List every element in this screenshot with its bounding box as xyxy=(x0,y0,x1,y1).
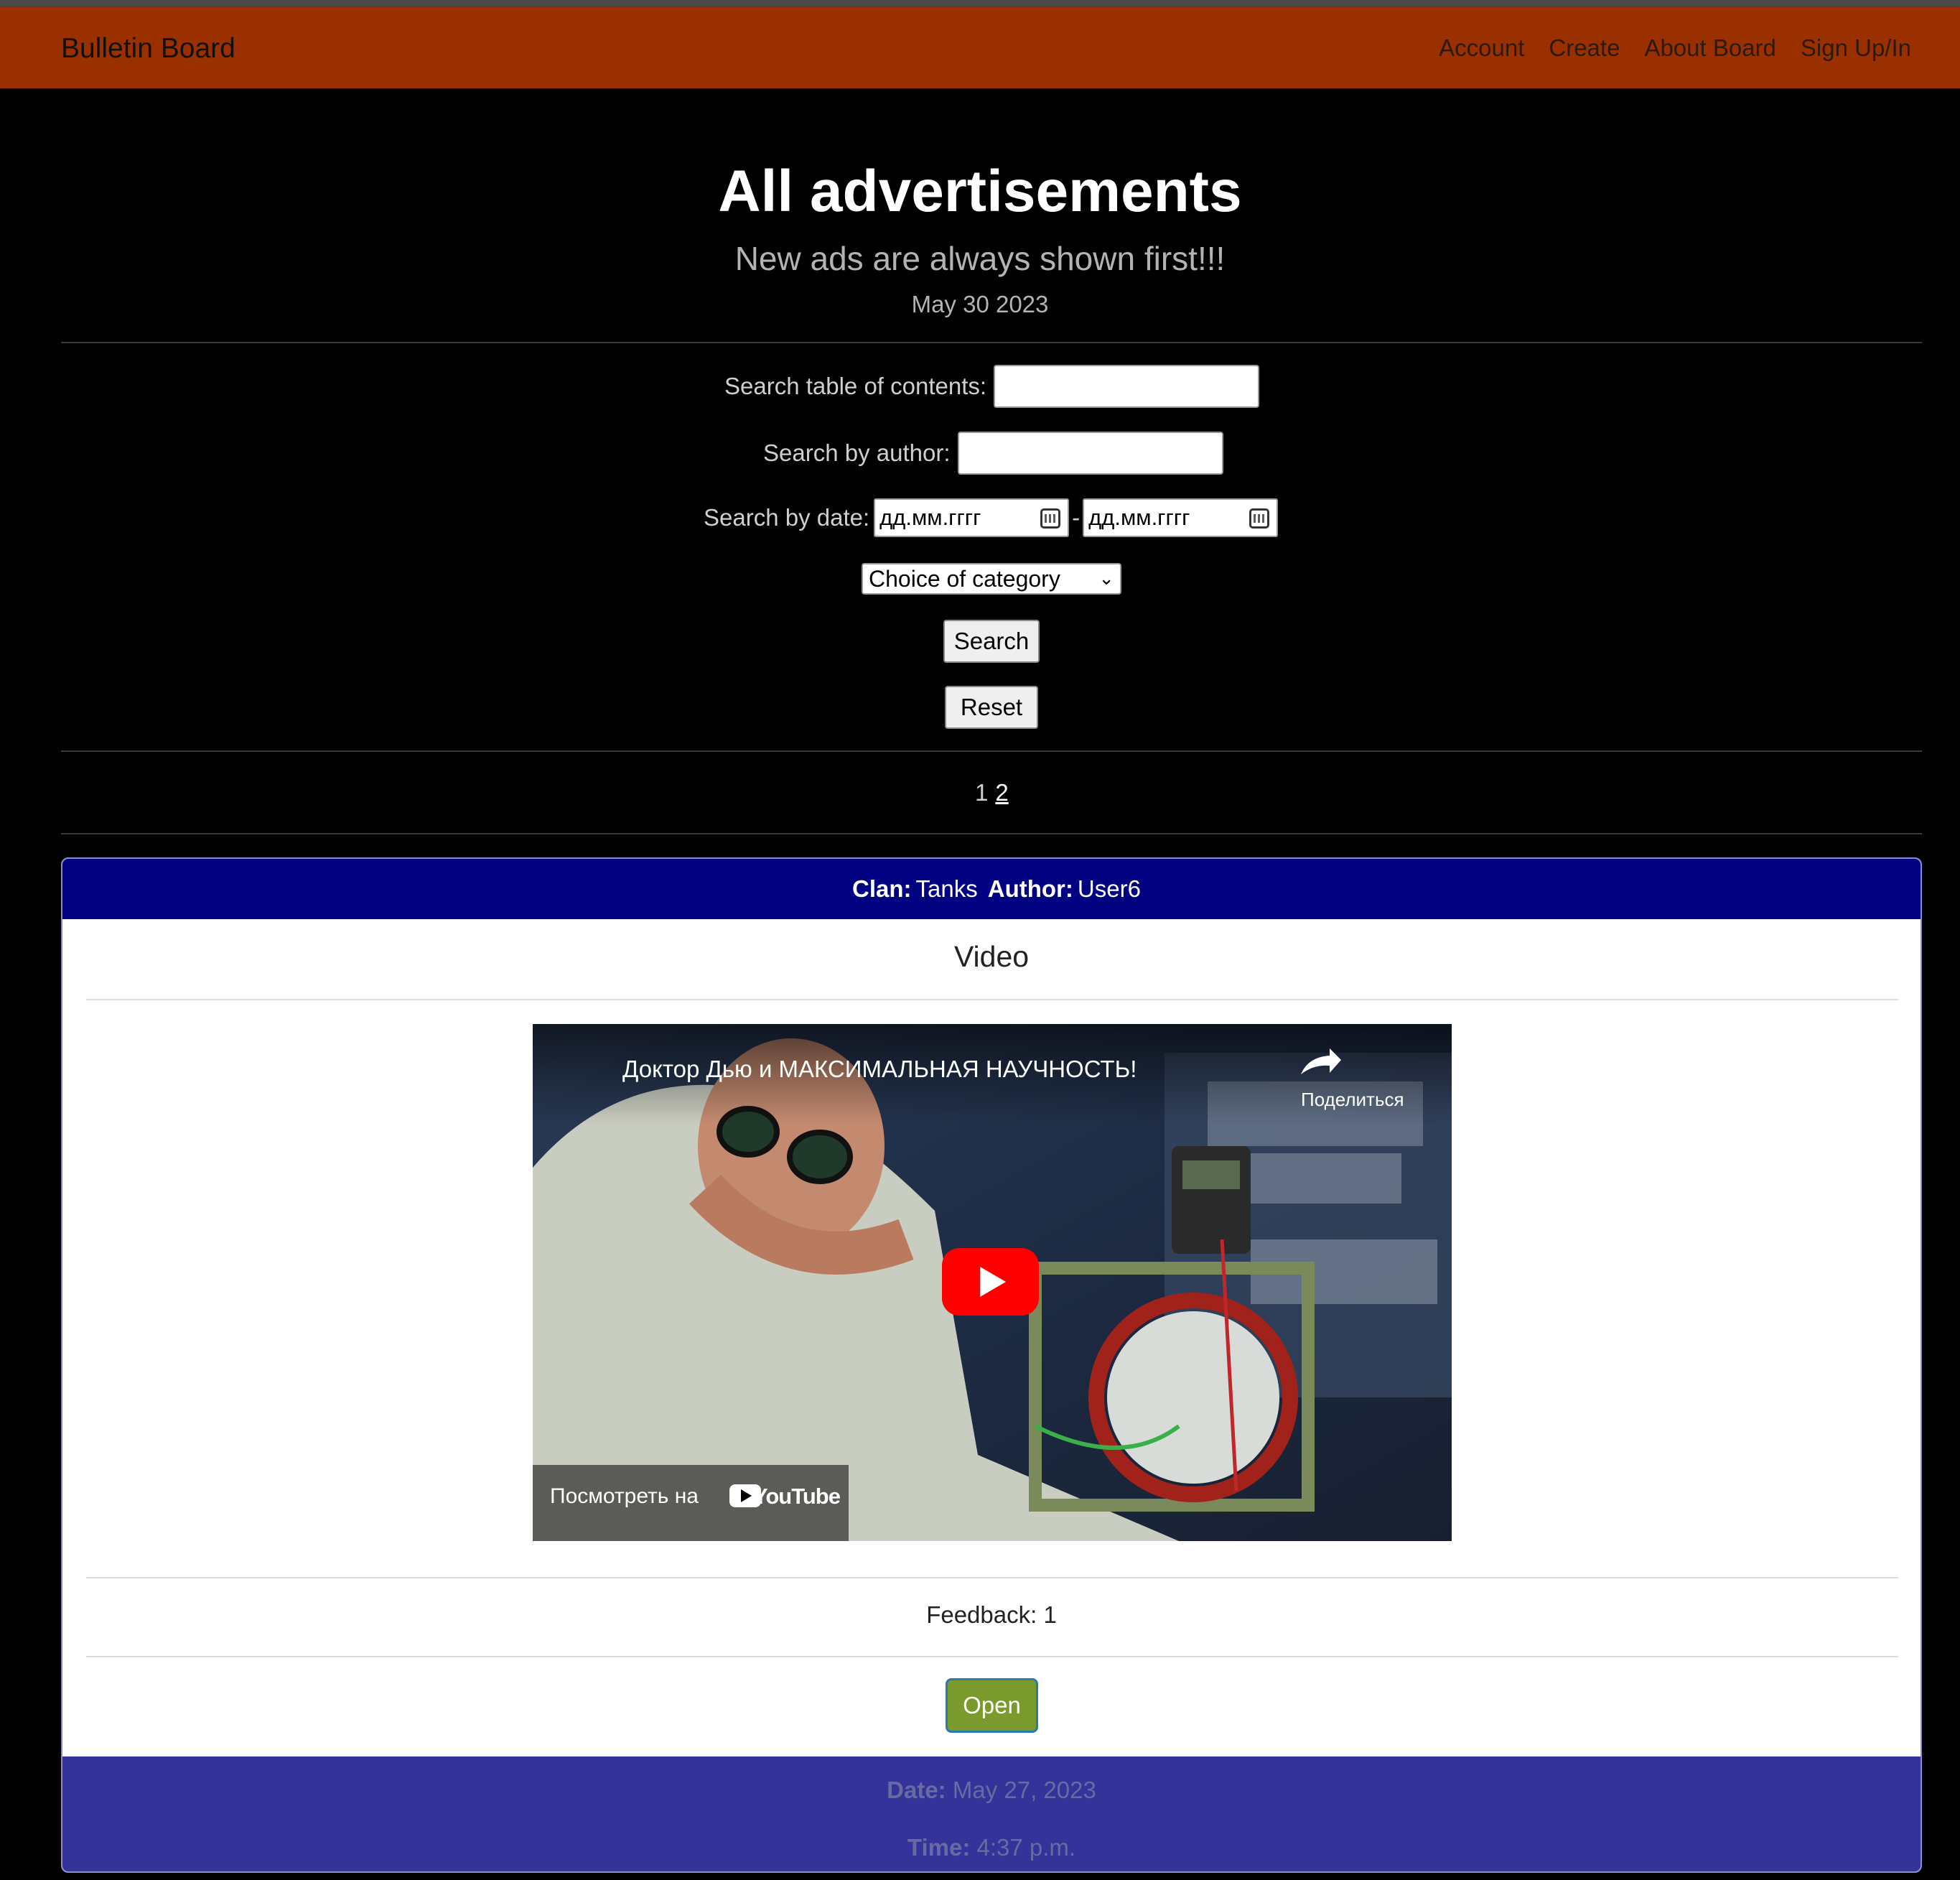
date-separator: - xyxy=(1072,504,1081,531)
date-to-placeholder: дд.мм.гггг xyxy=(1088,505,1190,530)
date-search-label: Search by date: xyxy=(704,504,870,531)
time-label: Time: xyxy=(907,1834,971,1861)
nav-create-link[interactable]: Create xyxy=(1549,34,1620,62)
youtube-logo: YouTube xyxy=(752,1484,841,1509)
page-1-current: 1 xyxy=(975,779,989,806)
calendar-icon[interactable] xyxy=(1249,508,1270,529)
nav-links: Account Create About Board Sign Up/In xyxy=(1439,34,1911,62)
ad-time-line: Time: 4:37 p.m. xyxy=(62,1834,1921,1861)
date-from-placeholder: дд.мм.гггг xyxy=(879,505,981,530)
search-button[interactable]: Search xyxy=(943,620,1040,663)
divider xyxy=(61,342,1922,343)
window-top-strip xyxy=(0,0,1960,7)
pagination: 12 xyxy=(975,779,1009,806)
feedback-count: Feedback: 1 xyxy=(926,1601,1057,1628)
time-value: 4:37 p.m. xyxy=(976,1834,1076,1861)
share-label: Поделиться xyxy=(1301,1089,1404,1110)
watch-on-label: Посмотреть на xyxy=(550,1484,699,1508)
clan-value: Tanks xyxy=(915,875,978,902)
date-search-row: Search by date: дд.мм.гггг - дд.мм.гггг xyxy=(704,498,1279,537)
page-subtitle: New ads are always shown first!!! xyxy=(734,240,1226,277)
ad-title: Video xyxy=(953,940,1030,973)
reset-button[interactable]: Reset xyxy=(945,686,1038,729)
divider xyxy=(86,999,1898,1000)
navbar: Bulletin Board Account Create About Boar… xyxy=(0,7,1960,88)
divider xyxy=(61,750,1922,752)
nav-account-link[interactable]: Account xyxy=(1439,34,1524,62)
share-button[interactable]: Поделиться xyxy=(1301,1089,1404,1111)
nav-signup-link[interactable]: Sign Up/In xyxy=(1801,34,1911,62)
ad-card-footer: Date: May 27, 2023 Time: 4:37 p.m. xyxy=(62,1756,1921,1871)
clan-label: Clan: xyxy=(852,875,912,902)
video-title[interactable]: Доктор Дью и МАКСИМАЛЬНАЯ НАУЧНОСТЬ! xyxy=(622,1056,1137,1083)
toc-search-label: Search table of contents: xyxy=(724,373,987,399)
page-2-link[interactable]: 2 xyxy=(995,779,1008,806)
calendar-icon[interactable] xyxy=(1040,508,1061,529)
toc-search-row: Search table of contents: xyxy=(724,365,1260,408)
date-to-input[interactable]: дд.мм.гггг xyxy=(1083,498,1279,537)
ad-card-header: Clan: Tanks Author: User6 xyxy=(62,859,1921,919)
ad-card: Clan: Tanks Author: User6 Video Доктор Д… xyxy=(61,857,1922,1873)
open-button[interactable]: Open xyxy=(946,1678,1038,1733)
ad-date-line: Date: May 27, 2023 xyxy=(62,1777,1921,1804)
current-date: May 30 2023 xyxy=(911,291,1049,317)
author-search-row: Search by author: xyxy=(763,432,1223,475)
author-search-label: Search by author: xyxy=(763,439,951,466)
date-label: Date: xyxy=(887,1777,946,1803)
brand-link[interactable]: Bulletin Board xyxy=(61,33,235,65)
watch-on-youtube-link[interactable]: Посмотреть на YouTube xyxy=(550,1484,841,1509)
toc-search-input[interactable] xyxy=(994,365,1260,408)
page-title: All advertisements xyxy=(718,159,1242,224)
divider xyxy=(61,833,1922,834)
author-label: Author: xyxy=(987,875,1073,902)
play-button[interactable] xyxy=(942,1248,1039,1316)
category-select[interactable]: Choice of category ⌄ xyxy=(862,563,1121,595)
author-value: User6 xyxy=(1077,875,1141,902)
youtube-video-embed[interactable]: Доктор Дью и МАКСИМАЛЬНАЯ НАУЧНОСТЬ! Под… xyxy=(533,1024,1452,1541)
author-search-input[interactable] xyxy=(957,432,1223,475)
date-value: May 27, 2023 xyxy=(952,1777,1096,1803)
category-selected: Choice of category xyxy=(869,565,1060,592)
divider xyxy=(86,1656,1898,1657)
chevron-down-icon: ⌄ xyxy=(1098,567,1114,589)
divider xyxy=(86,1577,1898,1578)
nav-about-link[interactable]: About Board xyxy=(1644,34,1775,62)
date-from-input[interactable]: дд.мм.гггг xyxy=(874,498,1070,537)
